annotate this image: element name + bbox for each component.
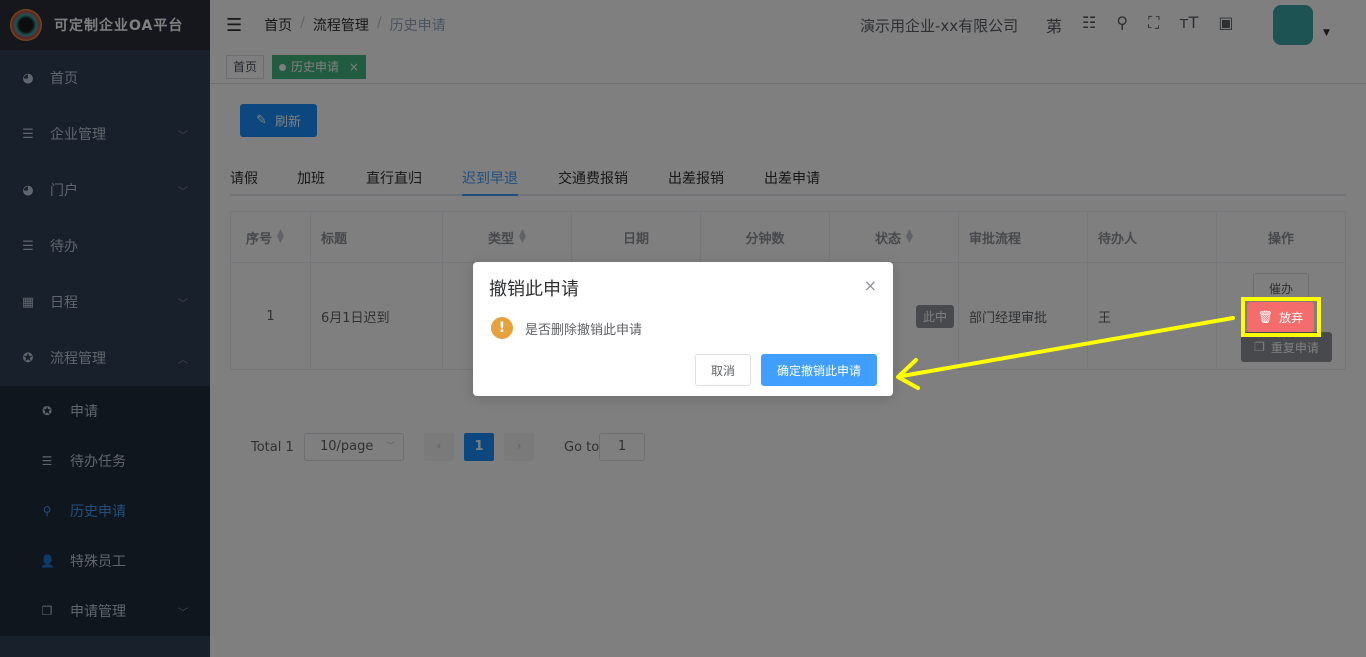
- warning-icon: !: [491, 317, 513, 339]
- close-icon[interactable]: ×: [864, 276, 877, 295]
- dialog-title: 撤销此申请: [489, 279, 579, 300]
- annotation-arrow: [896, 316, 1235, 390]
- cancel-button[interactable]: 取消: [695, 354, 751, 386]
- confirm-button[interactable]: 确定撤销此申请: [761, 354, 877, 386]
- highlight-box: [1241, 297, 1321, 337]
- dialog-message: 是否删除撤销此申请: [525, 323, 643, 338]
- confirm-dialog: 撤销此申请 × ! 是否删除撤销此申请 取消 确定撤销此申请: [473, 262, 893, 396]
